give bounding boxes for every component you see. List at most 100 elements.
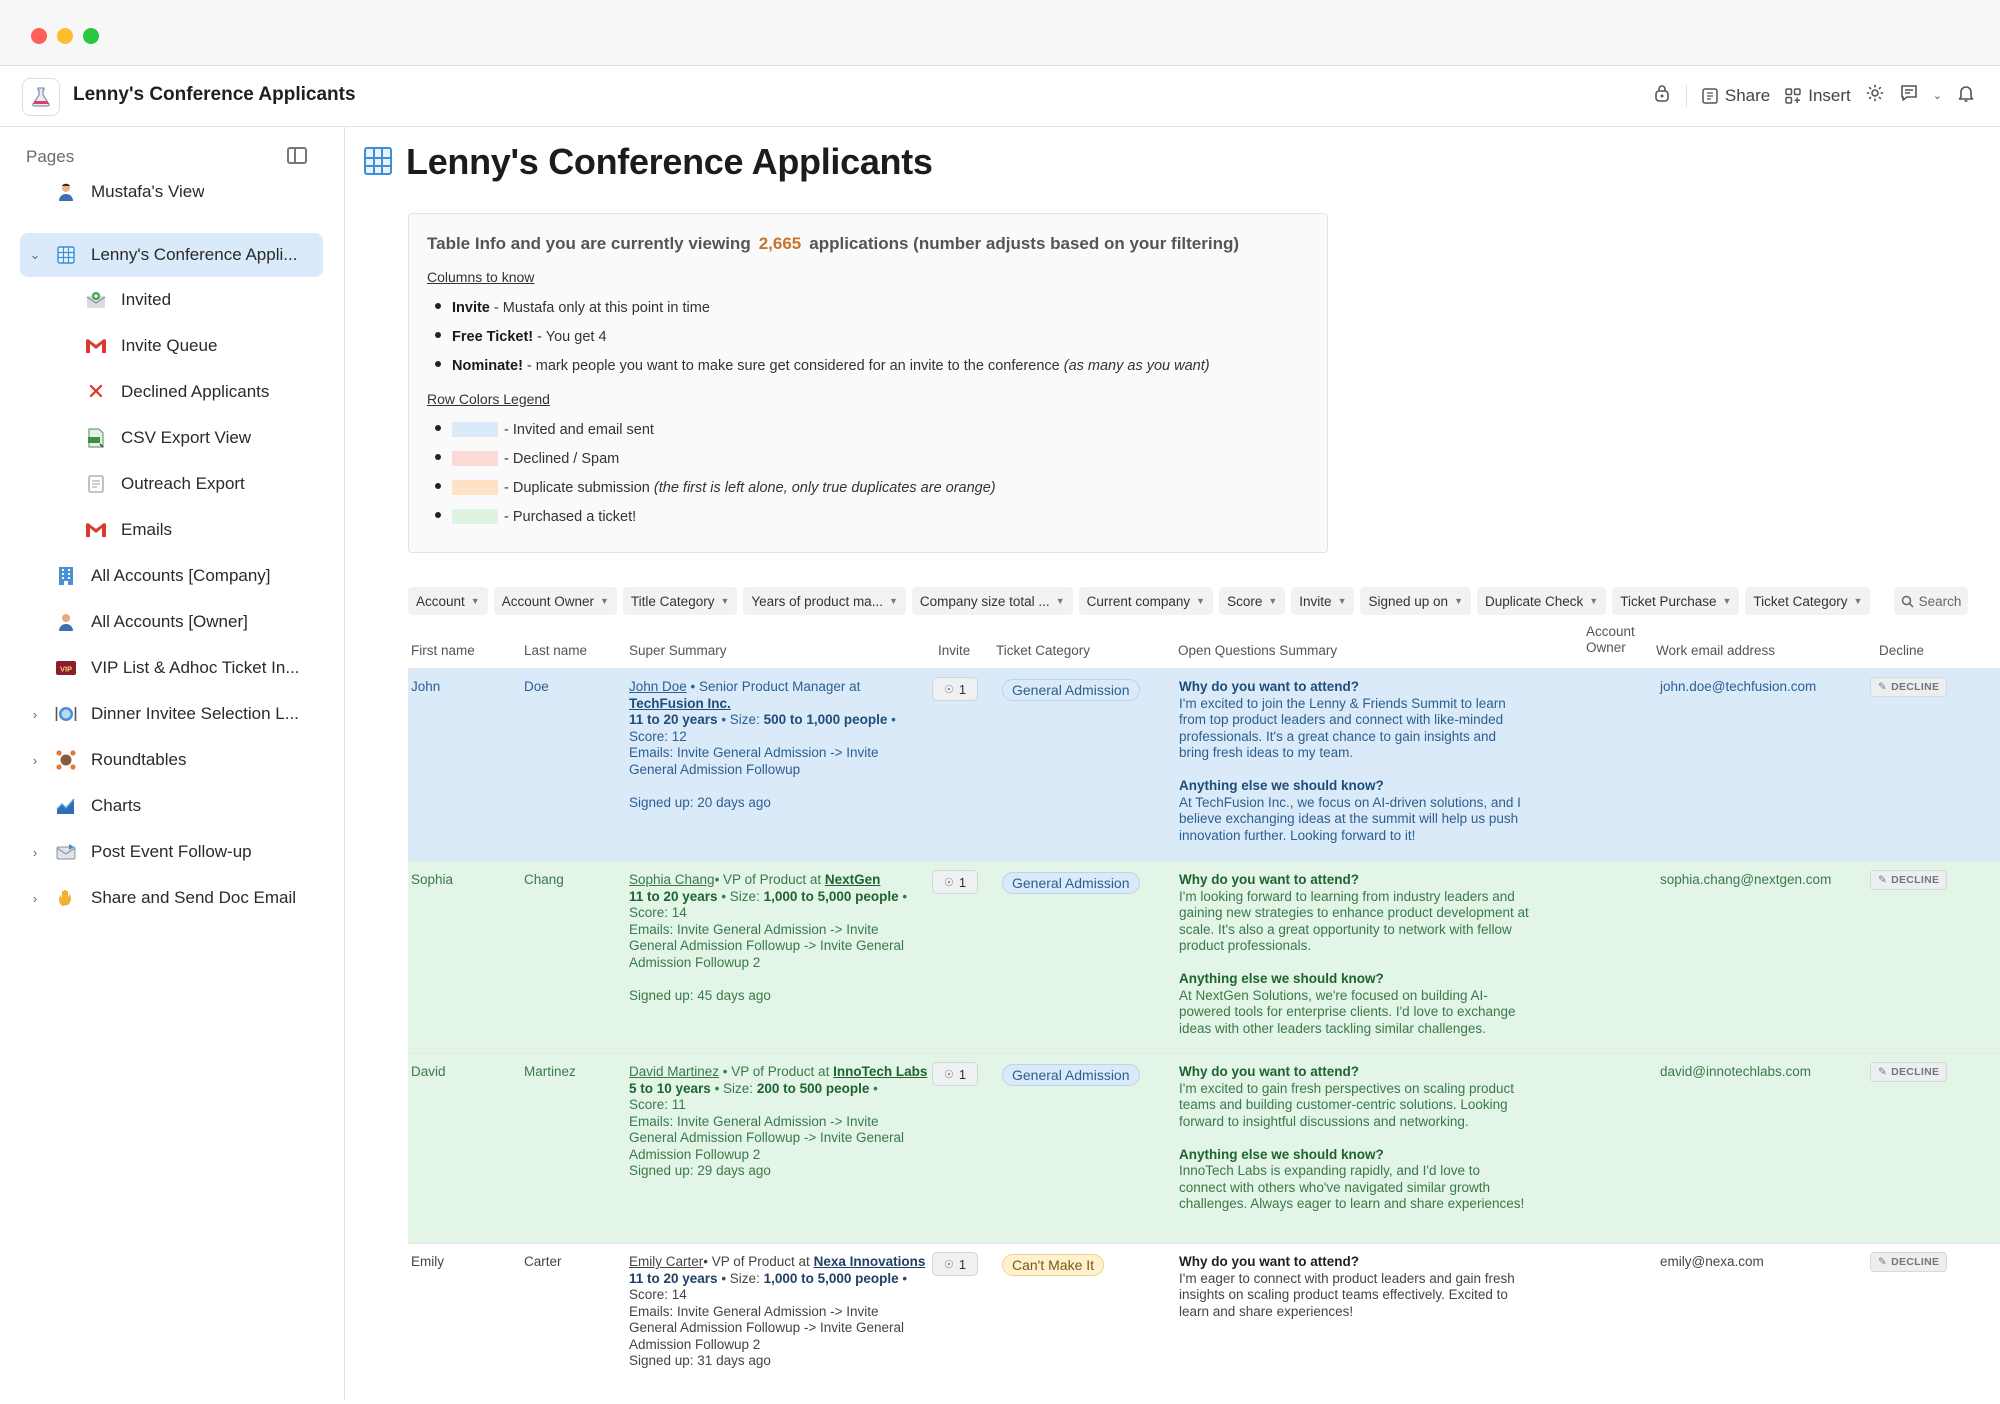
chevron-down-icon[interactable]: ⌄ xyxy=(28,247,42,263)
column-header-open-questions[interactable]: Open Questions Summary xyxy=(1178,643,1337,659)
filter-company-size[interactable]: Company size total ... ▼ xyxy=(911,587,1073,615)
decline-button[interactable]: ✎ DECLINE xyxy=(1870,1062,1948,1082)
sidebar-item-charts[interactable]: Charts xyxy=(20,784,323,828)
filter-bar: Account ▼ Account Owner ▼ Title Category ▼ … xyxy=(408,587,1871,615)
open-questions-cell: Why do you want to attend? I'm eager to … xyxy=(1179,1254,1515,1319)
decline-button[interactable]: ✎ DECLINE xyxy=(1870,677,1948,697)
work-email-cell[interactable]: john.doe@techfusion.com xyxy=(1660,679,1816,696)
share-button[interactable]: Share xyxy=(1701,86,1770,106)
invite-icon: ☉ xyxy=(943,683,954,696)
sidebar-item-label: Charts xyxy=(91,796,142,815)
sidebar-item-label: Invited xyxy=(121,290,172,309)
applicant-name-link[interactable]: Emily Carter xyxy=(629,1254,703,1269)
chevron-down-icon: ▼ xyxy=(1196,596,1206,606)
sidebar-item-all-accounts-owner[interactable]: All Accounts [Owner] xyxy=(20,600,323,644)
work-email-cell[interactable]: david@innotechlabs.com xyxy=(1660,1064,1811,1081)
pencil-icon: ✎ xyxy=(1878,1066,1888,1078)
sidebar-item-roundtables[interactable]: › Roundtables xyxy=(20,738,323,782)
sidebar-item-post-event-follow-up[interactable]: › Post Event Follow-up xyxy=(20,830,323,874)
first-name-cell: Emily xyxy=(411,1254,444,1269)
minimize-window-button[interactable] xyxy=(57,28,73,44)
column-header-ticket-category[interactable]: Ticket Category xyxy=(996,643,1090,659)
doc-logo-icon[interactable] xyxy=(22,78,60,116)
invite-button[interactable]: ☉ 1 xyxy=(932,1062,978,1086)
filter-title-category[interactable]: Title Category ▼ xyxy=(622,587,738,615)
column-header-work-email[interactable]: Work email address xyxy=(1656,643,1775,659)
filter-invite[interactable]: Invite ▼ xyxy=(1291,587,1355,615)
person-icon xyxy=(54,610,78,634)
sidebar-item-csv-export-view[interactable]: CSV Export View xyxy=(20,416,323,460)
sidebar-item-label: Lenny's Conference Appli... xyxy=(91,245,298,264)
table-row[interactable]: David Martinez David Martinez • VP of Pr… xyxy=(408,1054,2000,1244)
table-icon xyxy=(364,147,392,175)
filter-years-of-product[interactable]: Years of product ma... ▼ xyxy=(743,587,906,615)
filter-signed-up-on[interactable]: Signed up on ▼ xyxy=(1360,587,1471,615)
sidebar-item-invited[interactable]: Invited xyxy=(20,278,323,322)
sidebar-item-label: All Accounts [Company] xyxy=(91,566,271,585)
filter-duplicate-check[interactable]: Duplicate Check ▼ xyxy=(1476,587,1607,615)
chevron-down-icon[interactable]: ⌄ xyxy=(1933,89,1942,102)
filter-ticket-purchase[interactable]: Ticket Purchase ▼ xyxy=(1612,587,1740,615)
sidebar-item-dinner-invitee-selection[interactable]: › Dinner Invitee Selection L... xyxy=(20,692,323,736)
column-header-invite[interactable]: Invite xyxy=(938,643,970,659)
filter-ticket-category[interactable]: Ticket Category ▼ xyxy=(1745,587,1871,615)
column-header-first-name[interactable]: First name xyxy=(411,643,475,659)
company-link[interactable]: TechFusion Inc. xyxy=(629,696,731,711)
column-header-decline[interactable]: Decline xyxy=(1879,643,1924,659)
settings-gear-icon[interactable] xyxy=(1865,83,1885,108)
search-button[interactable]: Search xyxy=(1894,587,1968,615)
sidebar-item-label: Invite Queue xyxy=(121,336,218,355)
filter-account-owner[interactable]: Account Owner ▼ xyxy=(493,587,617,615)
first-name-cell: John xyxy=(411,679,441,694)
applicant-name-link[interactable]: John Doe xyxy=(629,679,687,694)
table-row[interactable]: Emily Carter Emily Carter• VP of Product… xyxy=(408,1244,2000,1404)
sidebar-item-vip-list[interactable]: VIP VIP List & Adhoc Ticket In... xyxy=(20,646,323,690)
mail-icon xyxy=(54,840,78,864)
sidebar-item-emails[interactable]: Emails xyxy=(20,508,323,552)
column-header-account-owner[interactable]: Account Owner xyxy=(1586,624,1646,656)
invited-icon xyxy=(84,288,108,312)
chevron-right-icon[interactable]: › xyxy=(28,845,42,860)
filter-score[interactable]: Score ▼ xyxy=(1219,587,1286,615)
sidebar-item-share-and-send-doc-email[interactable]: › Share and Send Doc Email xyxy=(20,876,323,920)
sidebar-item-all-accounts-company[interactable]: All Accounts [Company] xyxy=(20,554,323,598)
filter-current-company[interactable]: Current company ▼ xyxy=(1078,587,1214,615)
comments-icon[interactable] xyxy=(1899,83,1919,108)
column-header-super-summary[interactable]: Super Summary xyxy=(629,643,727,659)
work-email-cell[interactable]: emily@nexa.com xyxy=(1660,1254,1764,1271)
applicant-name-link[interactable]: Sophia Chang xyxy=(629,872,715,887)
table-icon xyxy=(54,243,78,267)
collapse-sidebar-icon[interactable] xyxy=(287,147,307,164)
table-row[interactable]: Sophia Chang Sophia Chang• VP of Product… xyxy=(408,862,2000,1054)
work-email-cell[interactable]: sophia.chang@nextgen.com xyxy=(1660,872,1831,889)
invite-icon: ☉ xyxy=(943,876,954,889)
maximize-window-button[interactable] xyxy=(83,28,99,44)
invite-button[interactable]: ☉ 1 xyxy=(932,677,978,701)
table-row[interactable]: John Doe John Doe • Senior Product Manag… xyxy=(408,668,2000,862)
bell-icon[interactable] xyxy=(1956,83,1976,108)
applicant-name-link[interactable]: David Martinez xyxy=(629,1064,719,1079)
company-link[interactable]: InnoTech Labs xyxy=(833,1064,927,1079)
invite-button[interactable]: ☉ 1 xyxy=(932,1252,978,1276)
decline-button[interactable]: ✎ DECLINE xyxy=(1870,870,1948,890)
sidebar-item-label: Emails xyxy=(121,520,173,539)
sidebar-item-lennys-conference-applicants[interactable]: ⌄ Lenny's Conference Appli... xyxy=(20,233,323,277)
legend-duplicate: - Duplicate submission (the first is lef… xyxy=(435,479,996,496)
sidebar-item-mustafas-view[interactable]: Mustafa's View xyxy=(20,170,323,214)
insert-button[interactable]: Insert xyxy=(1784,86,1851,106)
sidebar-item-outreach-export[interactable]: Outreach Export xyxy=(20,462,323,506)
company-link[interactable]: Nexa Innovations xyxy=(814,1254,926,1269)
close-window-button[interactable] xyxy=(31,28,47,44)
lock-icon[interactable] xyxy=(1652,83,1672,108)
company-link[interactable]: NextGen xyxy=(825,872,881,887)
filter-account[interactable]: Account ▼ xyxy=(408,587,488,615)
chevron-right-icon[interactable]: › xyxy=(28,753,42,768)
invite-button[interactable]: ☉ 1 xyxy=(932,870,978,894)
sidebar-item-declined-applicants[interactable]: ✕ Declined Applicants xyxy=(20,370,323,414)
column-header-last-name[interactable]: Last name xyxy=(524,643,587,659)
chevron-right-icon[interactable]: › xyxy=(28,891,42,906)
chevron-down-icon: ▼ xyxy=(888,596,898,606)
sidebar-item-invite-queue[interactable]: Invite Queue xyxy=(20,324,323,368)
decline-button[interactable]: ✎ DECLINE xyxy=(1870,1252,1948,1272)
chevron-right-icon[interactable]: › xyxy=(28,707,42,722)
